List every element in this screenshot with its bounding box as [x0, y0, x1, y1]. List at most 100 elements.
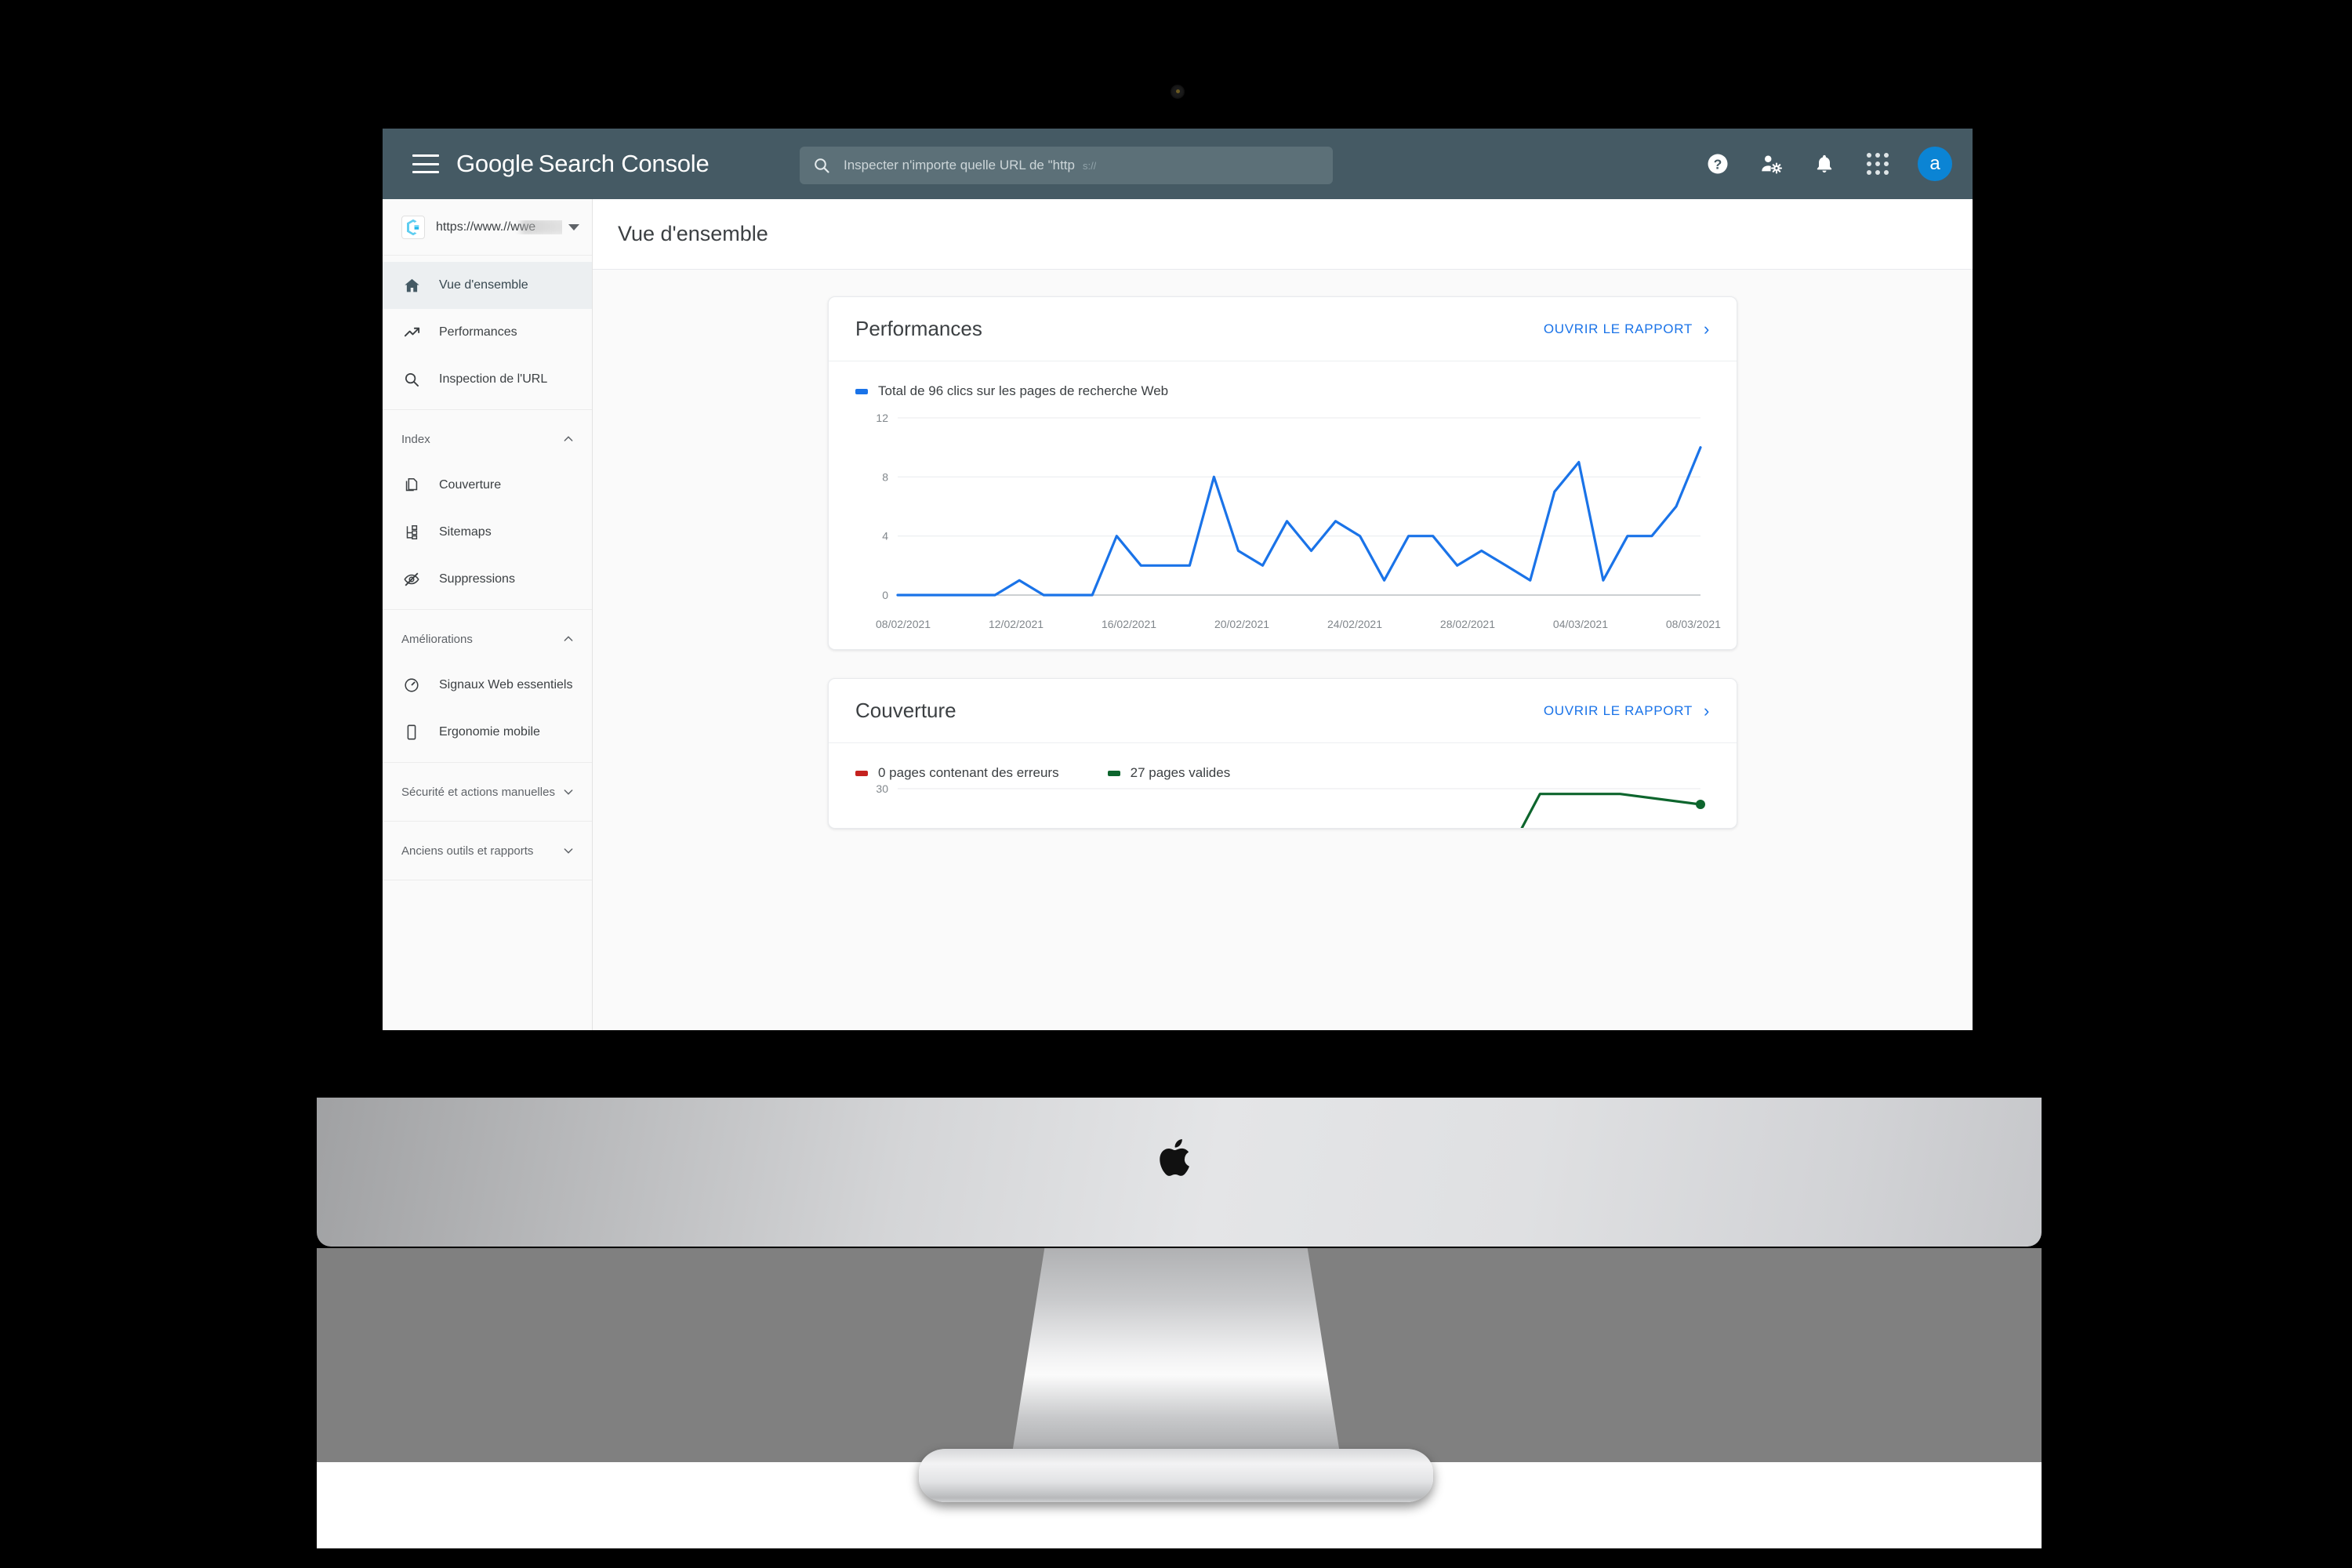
sidebar-item-label: Performances — [439, 325, 517, 339]
property-selector[interactable]: https://www.//wwe — [383, 199, 592, 256]
pages-copy-icon — [401, 477, 422, 494]
x-tick: 04/03/2021 — [1552, 618, 1608, 630]
account-settings-icon[interactable] — [1758, 151, 1784, 177]
open-report-link-performance[interactable]: OUVRIR LE RAPPORT › — [1543, 318, 1710, 339]
mobile-phone-icon — [401, 724, 422, 741]
speedometer-icon — [401, 677, 422, 694]
hamburger-menu-icon[interactable] — [412, 154, 439, 173]
chevron-right-icon: › — [1703, 318, 1710, 339]
card-title: Performances — [855, 317, 982, 340]
chevron-up-icon — [562, 633, 575, 645]
card-title: Couverture — [855, 699, 956, 722]
sidebar-item-removals[interactable]: Suppressions — [383, 556, 592, 603]
legend-label-errors: 0 pages contenant des erreurs — [878, 765, 1059, 780]
sidebar-group-title: Anciens outils et rapports — [401, 844, 534, 858]
notifications-bell-icon[interactable] — [1811, 151, 1838, 177]
performance-card: Performances OUVRIR LE RAPPORT › Total d… — [828, 296, 1737, 650]
legend-label-clicks: Total de 96 clics sur les pages de reche… — [878, 383, 1169, 398]
sidebar-item-overview[interactable]: Vue d'ensemble — [383, 262, 592, 309]
app-header: Google Search Console Inspecter n'importe… — [383, 129, 1973, 199]
x-tick: 12/02/2021 — [988, 618, 1044, 630]
chevron-down-icon — [562, 844, 575, 857]
search-placeholder-faint: s:// — [1082, 160, 1097, 172]
imac-stand-neck — [1007, 1248, 1345, 1483]
sidebar-group-header-legacy-tools[interactable]: Anciens outils et rapports — [383, 828, 592, 873]
legend-swatch-valid — [1107, 770, 1120, 776]
card-header: Couverture OUVRIR LE RAPPORT › — [829, 679, 1737, 743]
letter-c-hexagon-icon — [401, 215, 425, 239]
app-brand: Google Search Console — [456, 150, 710, 178]
main-content: Vue d'ensemble Performances OUVRIR LE RA… — [593, 199, 1973, 1030]
search-icon — [812, 156, 831, 175]
sidebar: https://www.//wwe Vue d'ensemble Perform… — [383, 199, 593, 1030]
open-report-label: OUVRIR LE RAPPORT — [1543, 321, 1693, 336]
open-report-link-coverage[interactable]: OUVRIR LE RAPPORT › — [1544, 702, 1710, 720]
sidebar-item-sitemaps[interactable]: Sitemaps — [383, 509, 592, 556]
svg-text:4: 4 — [882, 530, 888, 543]
avatar[interactable]: a — [1918, 147, 1952, 181]
performance-chart: 0 4 8 12 — [829, 399, 1737, 618]
brand-google: Google — [456, 150, 534, 177]
eye-off-icon — [401, 571, 422, 588]
svg-text:?: ? — [1714, 156, 1722, 172]
legend-swatch-errors — [855, 770, 868, 776]
search-icon — [401, 371, 422, 388]
header-icon-group: ? a — [1704, 129, 1952, 199]
performance-line-chart-svg: 0 4 8 12 — [876, 412, 1702, 601]
svg-text:8: 8 — [882, 470, 888, 483]
search-placeholder-text: Inspecter n'importe quelle URL de "http — [844, 158, 1075, 172]
sidebar-group-header-security[interactable]: Sécurité et actions manuelles — [383, 769, 592, 815]
sidebar-group-index: Index Couverture Sitemaps Suppressions — [383, 410, 592, 610]
redacted-url-blur — [521, 220, 562, 234]
trending-up-icon — [401, 324, 422, 342]
coverage-line-chart-svg: 30 — [876, 782, 1705, 828]
help-icon[interactable]: ? — [1704, 151, 1731, 177]
coverage-card: Couverture OUVRIR LE RAPPORT › 0 pages c… — [828, 678, 1737, 829]
sidebar-item-label: Couverture — [439, 478, 502, 492]
home-icon — [401, 277, 422, 295]
sitemap-tree-icon — [401, 524, 422, 541]
sidebar-item-coverage[interactable]: Couverture — [383, 462, 592, 509]
card-header: Performances OUVRIR LE RAPPORT › — [829, 297, 1737, 361]
imac-screen: Google Search Console Inspecter n'importe… — [383, 129, 1973, 1030]
sidebar-primary-group: Vue d'ensemble Performances Inspection d… — [383, 256, 592, 410]
sidebar-group-header-enhancements[interactable]: Améliorations — [383, 616, 592, 662]
legend-label-valid: 27 pages valides — [1130, 765, 1231, 780]
apps-grid-icon[interactable] — [1864, 151, 1891, 177]
legend-item-valid[interactable]: 27 pages valides — [1107, 765, 1231, 781]
sidebar-item-core-web-vitals[interactable]: Signaux Web essentiels — [383, 662, 592, 709]
x-tick: 20/02/2021 — [1214, 618, 1270, 630]
sidebar-group-header-index[interactable]: Index — [383, 416, 592, 462]
performance-chart-legend: Total de 96 clics sur les pages de reche… — [829, 361, 1737, 399]
page-title-bar: Vue d'ensemble — [593, 199, 1973, 270]
sidebar-item-label: Sitemaps — [439, 525, 492, 539]
sidebar-group-security: Sécurité et actions manuelles — [383, 763, 592, 822]
main-scroll-area[interactable]: Performances OUVRIR LE RAPPORT › Total d… — [593, 270, 1973, 1030]
page-title: Vue d'ensemble — [618, 222, 768, 245]
sidebar-group-title: Améliorations — [401, 632, 473, 646]
coverage-chart: 30 — [829, 781, 1737, 828]
coverage-chart-legend: 0 pages contenant des erreurs 27 pages v… — [829, 743, 1737, 781]
chevron-up-icon — [562, 433, 575, 445]
sidebar-item-label: Ergonomie mobile — [439, 725, 540, 739]
sidebar-item-url-inspection[interactable]: Inspection de l'URL — [383, 356, 592, 403]
svg-text:12: 12 — [876, 412, 888, 424]
x-tick: 28/02/2021 — [1439, 618, 1495, 630]
apple-logo-icon — [1159, 1135, 1196, 1181]
sidebar-group-enhancements: Améliorations Signaux Web essentiels Erg… — [383, 610, 592, 763]
sidebar-item-label: Inspection de l'URL — [439, 372, 548, 386]
x-tick: 08/02/2021 — [876, 618, 931, 630]
legend-item-clicks[interactable]: Total de 96 clics sur les pages de reche… — [855, 383, 1168, 399]
sidebar-item-label: Suppressions — [439, 572, 515, 586]
sidebar-item-performance[interactable]: Performances — [383, 309, 592, 356]
url-inspection-search[interactable]: Inspecter n'importe quelle URL de "http s… — [800, 147, 1333, 184]
caret-down-icon[interactable] — [568, 223, 579, 230]
sidebar-group-title: Index — [401, 432, 430, 446]
performance-x-axis: 08/02/2021 12/02/2021 16/02/2021 20/02/2… — [829, 618, 1737, 649]
x-tick: 16/02/2021 — [1101, 618, 1157, 630]
sidebar-group-legacy-tools: Anciens outils et rapports — [383, 822, 592, 880]
app-body: https://www.//wwe Vue d'ensemble Perform… — [383, 199, 1973, 1030]
sidebar-item-mobile-usability[interactable]: Ergonomie mobile — [383, 709, 592, 756]
legend-item-errors[interactable]: 0 pages contenant des erreurs — [855, 765, 1059, 781]
svg-text:0: 0 — [882, 589, 888, 601]
